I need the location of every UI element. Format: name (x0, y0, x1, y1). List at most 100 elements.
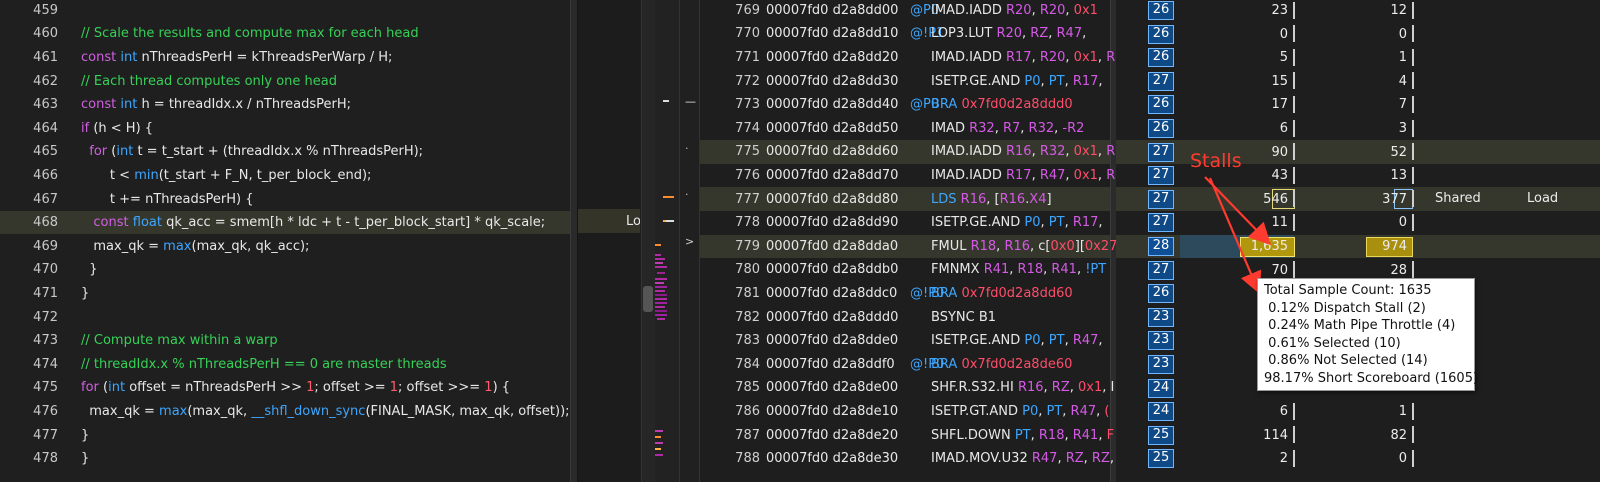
live-registers-badge[interactable]: 28 (1148, 237, 1174, 256)
source-line[interactable]: 468 const float qk_acc = smem[h * ldc + … (0, 210, 578, 235)
code-token: max (163, 238, 192, 254)
live-registers-badge[interactable]: 26 (1148, 1, 1174, 20)
sass-operand: , (1062, 403, 1071, 419)
value-tick (1412, 48, 1414, 66)
source-line[interactable]: 478} (0, 447, 578, 471)
sass-row[interactable]: 769 00007fd0 d2a8dd00 @P0 IMAD.IADD R20, R2… (700, 0, 1110, 22)
sass-row[interactable]: 783 00007fd0 d2a8dde0 ISETP.GE.AND P0, PT,… (700, 329, 1110, 353)
live-registers-badge[interactable]: 24 (1148, 378, 1174, 398)
sass-row[interactable]: 785 00007fd0 d2a8de00 SHF.R.S32.HI R16, RZ… (700, 376, 1114, 400)
source-line[interactable]: 460 // Scale the results and compute max … (0, 22, 578, 46)
source-line[interactable]: 474 // threadIdx.x % nThreadsPerH == 0 ar… (0, 353, 578, 377)
sampling-all-value: 1,635 (1250, 239, 1288, 254)
sampling-all-value: 17 (1271, 97, 1288, 113)
live-registers-badge[interactable]: 27 (1148, 260, 1174, 280)
sass-address: 00007fd0 d2a8dd20 (766, 49, 899, 65)
source-line[interactable]: 470 } (0, 258, 578, 282)
sass-row[interactable]: 788 00007fd0 d2a8de30 IMAD.MOV.U32 R47, RZ… (700, 447, 1114, 471)
source-line[interactable]: 475 for (int offset = nThreadsPerH >> 1; … (0, 376, 578, 400)
live-registers-badge[interactable]: 26 (1148, 119, 1174, 138)
live-registers-badge[interactable]: 27 (1148, 213, 1174, 233)
value-tick (1412, 449, 1414, 467)
sass-row[interactable]: 777 00007fd0 d2a8dd80 LDS R16, [R16.X4] (700, 187, 1110, 211)
line-number: 471 (33, 285, 58, 301)
value-tick (1293, 449, 1295, 467)
source-line[interactable]: 459 (0, 0, 578, 22)
source-line[interactable]: 471} (0, 282, 578, 306)
sass-row[interactable]: 782 00007fd0 d2a8ddd0 BSYNC B1 (700, 305, 1110, 329)
live-registers-badge[interactable]: 23 (1148, 355, 1174, 374)
code-token: (h < H) { (93, 120, 154, 136)
source-scrollbar-thumb[interactable] (643, 286, 653, 312)
source-line[interactable]: 465 for (int t = t_start + (threadIdx.x … (0, 140, 578, 164)
code-token: for (89, 144, 112, 160)
code-token: for (81, 380, 104, 396)
sass-row[interactable]: 787 00007fd0 d2a8de20 SHFL.DOWN PT, R18, R… (700, 423, 1114, 447)
load-column-gutter (578, 0, 640, 482)
sass-row[interactable]: 776 00007fd0 d2a8dd70 IMAD.IADD R17, R47, … (700, 164, 1115, 188)
code-token: max_qk = (81, 403, 160, 419)
source-line[interactable]: 463 const int h = threadIdx.x / nThreadsP… (0, 93, 578, 117)
sass-operand: R16 (999, 191, 1026, 207)
row-marker-icon: — (685, 95, 696, 108)
sass-opcode: IMAD.MOV.U32 (931, 451, 1028, 467)
source-line[interactable]: 469 max_qk = max(max_qk, qk_acc); (0, 235, 578, 259)
source-line[interactable]: 477} (0, 423, 578, 447)
sass-row[interactable]: 779 00007fd0 d2a8dda0 FMUL R18, R16, c[0x0… (700, 234, 1117, 259)
live-registers-badge[interactable]: 25 (1148, 449, 1174, 469)
live-registers-badge[interactable]: 27 (1148, 142, 1174, 162)
source-line[interactable]: 464 if (h < H) { (0, 117, 578, 141)
sass-row[interactable]: 778 00007fd0 d2a8dd90 ISETP.GE.AND P0, PT,… (700, 211, 1110, 235)
pane-splitter-left[interactable] (570, 0, 578, 482)
sass-row[interactable]: 771 00007fd0 d2a8dd20 IMAD.IADD R17, R20, … (700, 46, 1115, 70)
sampling-no-issue-value: 52 (1390, 144, 1407, 160)
live-registers-badge[interactable]: 24 (1148, 402, 1174, 422)
source-line[interactable]: 461 const int nThreadsPerH = kThreadsPerW… (0, 46, 578, 70)
source-line[interactable]: 466 t < min(t_start + F_N, t_per_block_e… (0, 164, 578, 188)
code-token: int (116, 144, 138, 160)
sass-row[interactable]: 786 00007fd0 d2a8de10 ISETP.GT.AND P0, PT,… (700, 400, 1110, 424)
memory-op-label: Load (1527, 191, 1559, 207)
live-registers-badge[interactable]: 27 (1148, 189, 1174, 209)
source-code: const float qk_acc = smem[h * ldc + t - … (81, 215, 545, 230)
source-line[interactable]: 472 (0, 305, 578, 329)
sass-operand: R41 (1072, 427, 1099, 443)
sass-row[interactable]: 780 00007fd0 d2a8ddb0 FMNMX R41, R18, R41,… (700, 258, 1110, 282)
sampling-no-issue-value: 7 (1398, 97, 1407, 113)
live-registers-badge[interactable]: 23 (1148, 331, 1174, 351)
line-number: 459 (33, 2, 58, 18)
source-code: // Each thread computes only one head (81, 74, 337, 89)
live-registers-badge[interactable]: 27 (1148, 166, 1174, 186)
code-token: } (81, 451, 90, 467)
sampling-all-value: 15 (1271, 73, 1288, 89)
source-scrollbar[interactable] (641, 0, 655, 482)
heat-minimap[interactable] (655, 0, 680, 482)
live-registers-badge[interactable]: 26 (1148, 48, 1174, 68)
sass-operand: P0 (1022, 403, 1039, 419)
minimap-mark (655, 282, 664, 284)
live-registers-badge[interactable]: 26 (1148, 95, 1174, 115)
source-line[interactable]: 462 // Each thread computes only one head (0, 69, 578, 93)
sass-row[interactable]: 774 00007fd0 d2a8dd50 IMAD R32, R7, R32, -… (700, 117, 1110, 141)
sass-row[interactable]: 770 00007fd0 d2a8dd10 @!P1 LOP3.LUT R20, RZ… (700, 22, 1110, 46)
source-line[interactable]: 467 t += nThreadsPerH) { (0, 187, 578, 211)
sass-row[interactable]: 775 00007fd0 d2a8dd60 IMAD.IADD R16, R32, … (700, 140, 1115, 164)
live-registers-badge[interactable]: 26 (1148, 24, 1174, 44)
live-registers-badge[interactable]: 23 (1148, 307, 1174, 327)
live-registers-badge[interactable]: 27 (1148, 71, 1174, 91)
sass-row[interactable]: 781 00007fd0 d2a8ddc0 @!P0 BRA 0x7fd0d2a8dd… (700, 282, 1110, 306)
source-line[interactable]: 476 max_qk = max(max_qk, __shfl_down_syn… (0, 400, 578, 424)
live-registers-badge[interactable]: 25 (1148, 425, 1174, 445)
sass-line-number: 777 (735, 191, 760, 207)
sass-row[interactable]: 773 00007fd0 d2a8dd40 @P0 BRA 0x7fd0d2a8ddd… (700, 93, 1110, 117)
source-view-pane[interactable]: 459 460 // Scale the results and compute m… (0, 0, 578, 482)
sass-opcode: FMUL (931, 238, 967, 254)
sass-row[interactable]: 772 00007fd0 d2a8dd30 ISETP.GE.AND P0, PT,… (700, 69, 1110, 93)
sass-opcode: SHF.R.S32.HI (931, 380, 1014, 396)
sass-row[interactable]: 784 00007fd0 d2a8ddf0 @!P0 BRA 0x7fd0d2a8de… (700, 353, 1110, 377)
source-line[interactable]: 473 // Compute max within a warp (0, 329, 578, 353)
sampling-all-value: 114 (1263, 427, 1288, 443)
live-registers-badge[interactable]: 26 (1148, 284, 1174, 304)
code-token: // Each thread computes only one head (81, 73, 338, 89)
sampling-all-value: 2 (1279, 451, 1288, 467)
